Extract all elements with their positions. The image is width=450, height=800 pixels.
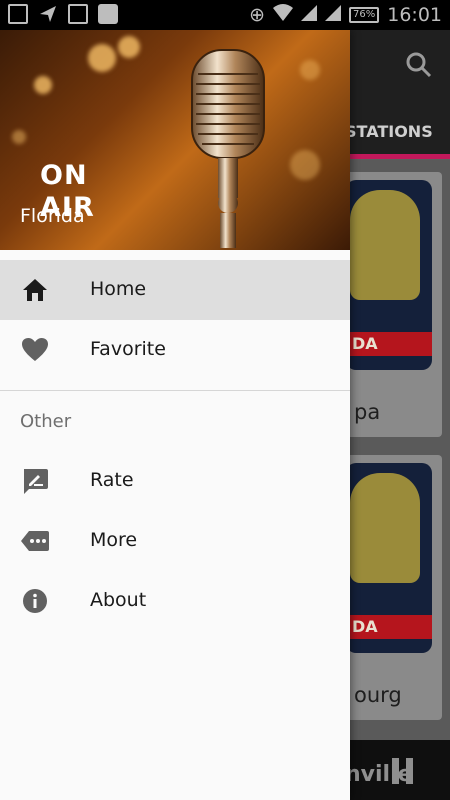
info-icon [21,588,49,614]
home-icon [21,277,49,303]
microphone-icon [350,190,420,300]
menu-item-favorite[interactable]: Favorite [0,320,350,380]
rate-icon [21,468,49,494]
menu-item-more-label: More [90,529,138,551]
more-icon [21,528,49,554]
tab-stations[interactable]: STATIONS [345,122,433,141]
menu-item-home[interactable]: Home [0,260,350,320]
notification-alert-icon [8,4,28,24]
navigation-drawer: ON AIR Florida Home Favorite Other Rate [0,30,350,800]
bokeh-light [300,60,320,80]
search-icon[interactable] [406,52,432,78]
signal-icon-2 [325,4,341,26]
wifi-icon [273,3,293,26]
menu-item-more[interactable]: More [0,511,350,571]
bokeh-light [34,76,52,94]
menu-item-about-label: About [90,589,147,611]
drawer-header-title: Florida [20,205,85,227]
station-artwork: DA [346,180,432,370]
bokeh-light [88,44,116,72]
screen: ⊕ 76% 16:01 STATIONS DA pa DA ourg nvill… [0,0,450,800]
menu-item-about[interactable]: About [0,571,350,631]
menu-item-rate[interactable]: Rate [0,451,350,511]
tab-indicator [350,154,450,159]
heart-icon [21,337,49,363]
send-icon [38,4,58,24]
station-name: ourg [354,683,402,707]
microphone-icon [350,473,420,583]
microphone-image [191,49,265,248]
station-name: pa [354,400,381,424]
bokeh-light [118,36,140,58]
bokeh-light [12,130,26,144]
status-bar: ⊕ 76% 16:01 [0,0,450,30]
bokeh-light [290,150,320,180]
menu-item-rate-label: Rate [90,469,134,491]
battery-indicator: 76% [349,6,380,23]
section-title-other: Other [20,411,72,432]
data-saver-icon: ⊕ [249,3,265,26]
pause-icon[interactable] [392,758,414,784]
drawer-header: ON AIR Florida [0,30,350,250]
clock: 16:01 [387,3,442,26]
on-air-line-1: ON [40,160,88,191]
menu-item-home-label: Home [90,278,147,300]
signal-icon-1 [301,4,317,26]
station-banner: DA [346,332,432,356]
station-artwork: DA [346,463,432,653]
image-icon [68,4,88,24]
station-banner: DA [346,615,432,639]
app-notification-icon [98,4,118,24]
menu-item-favorite-label: Favorite [90,338,166,360]
